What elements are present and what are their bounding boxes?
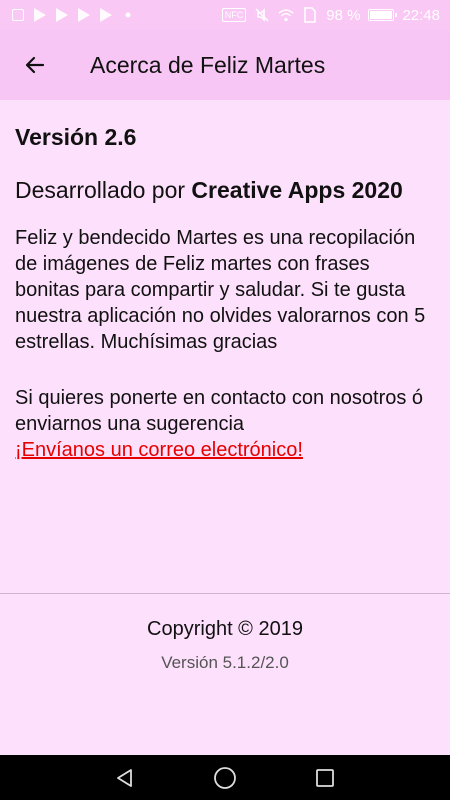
back-button[interactable]	[0, 30, 70, 100]
divider	[0, 593, 450, 594]
back-triangle-icon	[117, 768, 132, 787]
system-nav-bar	[0, 755, 450, 800]
clock: 22:48	[402, 6, 440, 24]
version-label: Versión 2.6	[15, 124, 137, 150]
app-description: Feliz y bendecido Martes es una recopila…	[15, 227, 426, 353]
contact-section: Si quieres ponerte en contacto con nosot…	[15, 385, 435, 463]
home-circle-icon	[214, 766, 236, 789]
developer-name: Creative Apps 2020	[191, 177, 403, 203]
about-content: Versión 2.6 Desarrollado por Creative Ap…	[15, 100, 435, 463]
play-store-icon	[32, 7, 48, 23]
email-link[interactable]: ¡Envíanos un correo electrónico!	[15, 437, 435, 463]
play-store-icon	[54, 7, 70, 23]
sim-icon	[302, 7, 318, 23]
wifi-icon	[278, 7, 294, 23]
nav-home-button[interactable]	[210, 763, 240, 793]
nav-back-button[interactable]	[110, 763, 140, 793]
dot-icon	[120, 7, 136, 23]
build-version: Versión 5.1.2/2.0	[161, 653, 289, 672]
copyright-text: Copyright © 2019	[147, 618, 303, 640]
developer-prefix: Desarrollado por	[15, 177, 192, 203]
page-title: Acerca de Feliz Martes	[90, 51, 326, 78]
contact-text: Si quieres ponerte en contacto con nosot…	[15, 387, 424, 435]
play-store-icon	[76, 7, 92, 23]
footer: Copyright © 2019 Versión 5.1.2/2.0	[0, 618, 450, 673]
recents-square-icon	[316, 768, 334, 787]
play-store-icon	[98, 7, 114, 23]
status-notifications	[0, 7, 136, 23]
battery-icon	[368, 9, 398, 21]
status-system: NFC 98 % 22:48	[221, 6, 450, 24]
mute-icon	[254, 7, 270, 23]
developer-line: Desarrollado por Creative Apps 2020	[15, 175, 435, 205]
gallery-icon	[10, 7, 26, 23]
app-bar: Acerca de Feliz Martes	[0, 30, 450, 100]
status-bar: NFC 98 % 22:48	[0, 0, 450, 30]
arrow-left-icon	[25, 56, 45, 74]
nav-recents-button[interactable]	[310, 763, 340, 793]
battery-percent: 98 %	[326, 6, 361, 24]
nfc-icon: NFC	[221, 8, 247, 22]
